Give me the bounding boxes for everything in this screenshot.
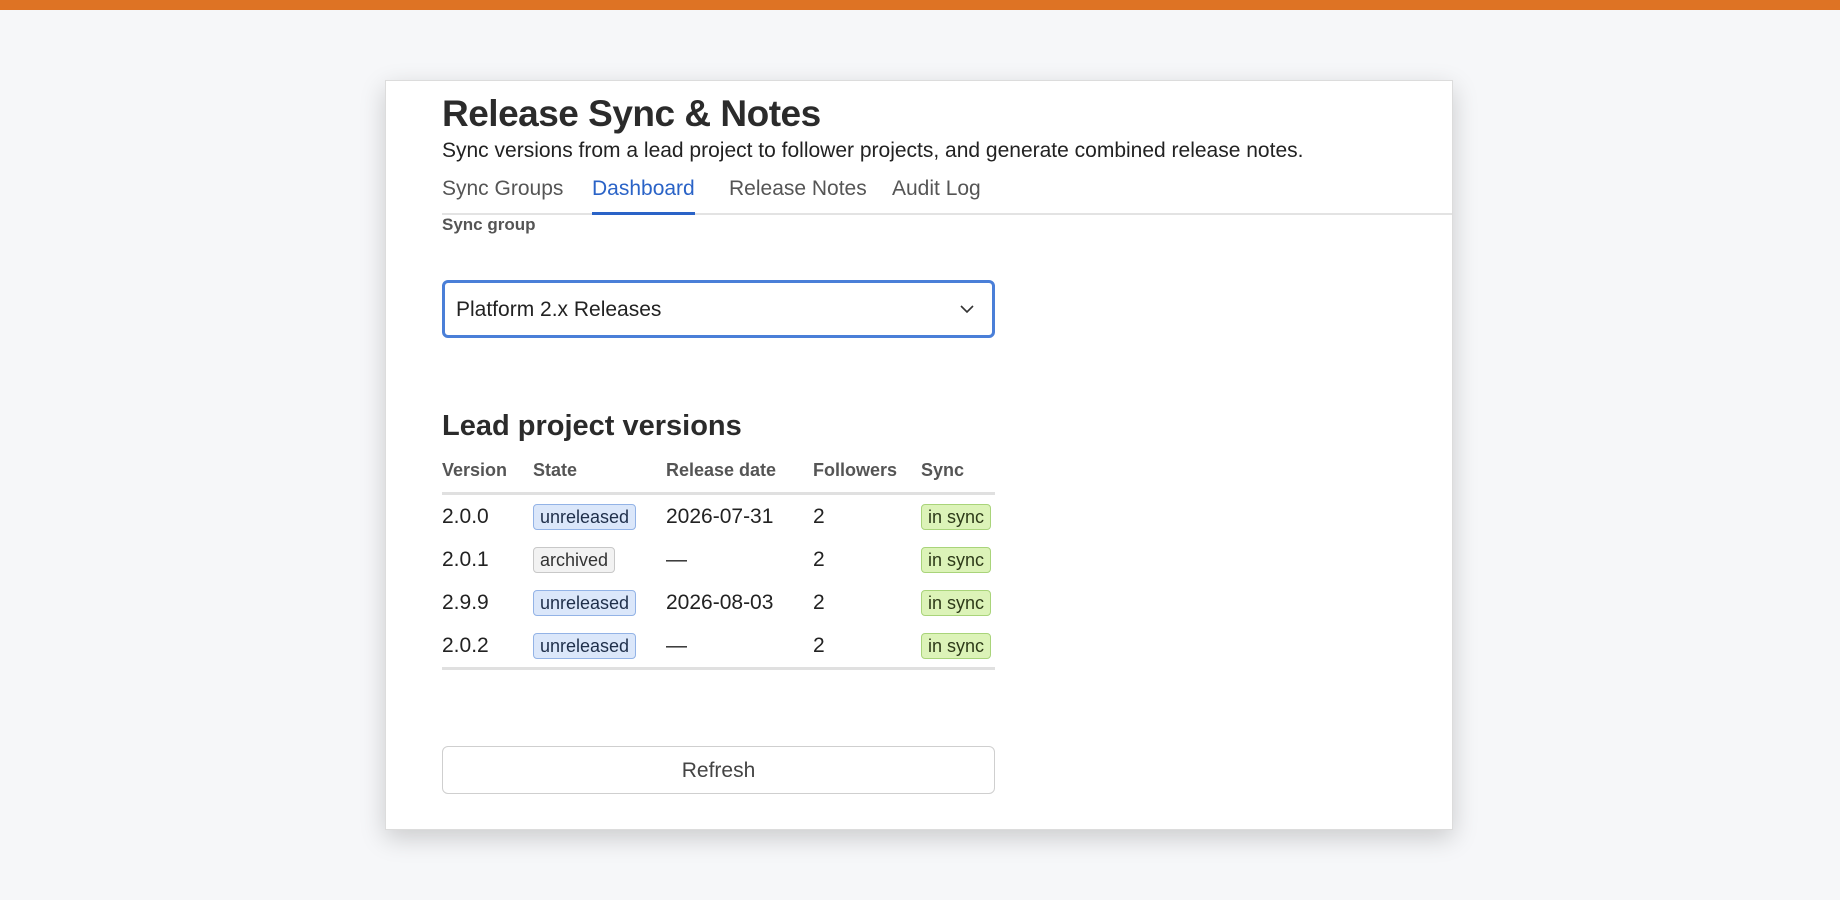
table-row: 2.0.2 unreleased — 2 in sync <box>442 624 995 669</box>
versions-table: Version State Release date Followers Syn… <box>442 458 995 670</box>
main-panel: Release Sync & Notes Sync versions from … <box>385 80 1453 830</box>
version-cell: 2.0.2 <box>442 633 489 657</box>
state-cell: unreleased <box>533 494 666 539</box>
table-row: 2.9.9 unreleased 2026-08-03 2 in sync <box>442 581 995 624</box>
release-date-cell: — <box>666 547 687 571</box>
followers-cell: 2 <box>813 504 825 528</box>
sync-group-select[interactable]: Platform 2.x Releases <box>442 280 995 338</box>
table-row: 2.0.0 unreleased 2026-07-31 2 in sync <box>442 494 995 539</box>
tab-release-notes[interactable]: Release Notes <box>729 177 867 213</box>
state-badge: unreleased <box>533 632 637 659</box>
tab-sync-groups[interactable]: Sync Groups <box>442 177 563 213</box>
state-cell: unreleased <box>533 581 666 624</box>
page-title: Release Sync & Notes <box>442 93 821 134</box>
sync-cell: in sync <box>921 538 995 581</box>
version-cell: 2.0.0 <box>442 504 489 528</box>
state-cell: archived <box>533 538 666 581</box>
tab-audit-log[interactable]: Audit Log <box>892 177 981 213</box>
column-header-release-date: Release date <box>666 458 813 495</box>
followers-cell: 2 <box>813 590 825 614</box>
release-date-cell: 2026-08-03 <box>666 590 774 614</box>
sync-status-badge: in sync <box>921 546 992 573</box>
state-cell: unreleased <box>533 624 666 669</box>
page-subtitle: Sync versions from a lead project to fol… <box>442 139 1304 162</box>
followers-cell: 2 <box>813 547 825 571</box>
table-header-row: Version State Release date Followers Syn… <box>442 458 995 495</box>
followers-cell: 2 <box>813 633 825 657</box>
release-date-cell: — <box>666 633 687 657</box>
state-badge: unreleased <box>533 503 637 530</box>
sync-cell: in sync <box>921 494 995 539</box>
versions-section-title: Lead project versions <box>442 410 742 442</box>
refresh-button[interactable]: Refresh <box>442 746 995 794</box>
tab-dashboard[interactable]: Dashboard <box>592 177 695 215</box>
version-cell: 2.0.1 <box>442 547 489 571</box>
state-badge: archived <box>533 546 616 573</box>
sync-cell: in sync <box>921 624 995 669</box>
state-badge: unreleased <box>533 589 637 616</box>
column-header-state: State <box>533 458 666 495</box>
tab-bar: Sync Groups Dashboard Release Notes Audi… <box>442 177 1452 215</box>
column-header-followers: Followers <box>813 458 921 495</box>
column-header-sync: Sync <box>921 458 995 495</box>
sync-cell: in sync <box>921 581 995 624</box>
version-cell: 2.9.9 <box>442 590 489 614</box>
chevron-down-icon <box>960 305 974 314</box>
release-date-cell: 2026-07-31 <box>666 504 774 528</box>
table-row: 2.0.1 archived — 2 in sync <box>442 538 995 581</box>
sync-status-badge: in sync <box>921 589 992 616</box>
sync-group-label: Sync group <box>442 215 536 234</box>
sync-group-selected-value: Platform 2.x Releases <box>456 298 662 321</box>
sync-status-badge: in sync <box>921 632 992 659</box>
sync-status-badge: in sync <box>921 503 992 530</box>
column-header-version: Version <box>442 458 533 495</box>
top-accent-bar <box>0 0 1840 10</box>
